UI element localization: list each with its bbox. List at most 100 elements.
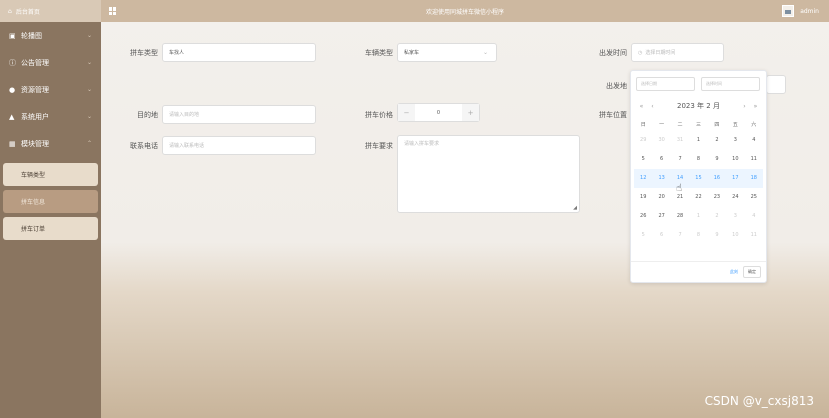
calendar-day[interactable]: 7 — [671, 150, 689, 169]
vehicle-type-label: 车辆类型 — [365, 49, 393, 57]
calendar-day[interactable]: 2 — [708, 207, 726, 226]
calendar-day[interactable]: 3 — [726, 131, 744, 150]
calendar-day[interactable]: 10 — [726, 226, 744, 245]
sidebar-item-label: 公告管理 — [21, 58, 49, 67]
mouse-pointer-icon: ☝ — [676, 183, 683, 194]
submenu-item-0[interactable]: 车辆类型 — [3, 163, 98, 186]
carpool-type-input[interactable]: 车找人 — [162, 43, 316, 62]
user-menu[interactable]: admin — [782, 5, 819, 17]
sidebar: ⌂ 后台首页 ▣ 轮播图 ⌄ ⓘ 公告管理 ⌄ ● 资源管理 ⌄ ▲ 系统用户 ⌄ ▦ 模块管理 ⌃ 车辆类… — [0, 0, 101, 418]
depart-time-input[interactable]: ◷ 选择日期时间 — [631, 43, 724, 62]
resize-handle-icon[interactable]: ◢ — [573, 205, 577, 211]
weekday-label: 一 — [659, 122, 665, 128]
chevron-icon: ⌃ — [87, 140, 93, 147]
calendar-day[interactable]: 6 — [652, 150, 670, 169]
picker-time-input[interactable]: 选择时间 — [701, 77, 760, 91]
calendar-day[interactable]: 24 — [726, 188, 744, 207]
calendar-day[interactable]: 17 — [726, 169, 745, 188]
picker-date-input[interactable]: 选择日期 — [636, 77, 695, 91]
calendar-day[interactable]: 16 — [707, 169, 727, 188]
calendar-day[interactable]: 31 — [671, 131, 689, 150]
weekday-label: 三 — [695, 122, 701, 128]
calendar-day[interactable]: 9 — [708, 226, 726, 245]
calendar-day[interactable]: 19 — [634, 188, 652, 207]
sidebar-submenu: 车辆类型拼车信息拼车订单 — [0, 157, 101, 242]
calendar-day[interactable]: 1 — [689, 207, 707, 226]
calendar-day[interactable]: 2 — [708, 131, 726, 150]
calendar-day[interactable]: 6 — [652, 226, 670, 245]
calendar-day[interactable]: 4 — [745, 131, 763, 150]
calendar-grid: 29 30 31 1 2 3 4 5 6 7 8 9 10 11 12 13 14 15 16 17 18 19 20 21 2… — [631, 131, 766, 245]
vehicle-type-select[interactable]: 私家车 ⌄ — [397, 43, 497, 62]
calendar-day[interactable]: 10 — [726, 150, 744, 169]
top-bar: 欢迎使用同城拼车微信小程序 admin — [101, 0, 829, 22]
depart-place-input[interactable] — [766, 75, 786, 94]
prev-year-icon[interactable]: « — [636, 103, 647, 110]
calendar-day[interactable]: 8 — [689, 150, 707, 169]
calendar-day[interactable]: 23 — [708, 188, 726, 207]
calendar-day[interactable]: 26 — [634, 207, 652, 226]
sidebar-item-4[interactable]: ▦ 模块管理 ⌃ — [0, 130, 101, 157]
price-stepper[interactable]: − 0 + — [397, 103, 480, 122]
sidebar-item-label: 模块管理 — [21, 139, 49, 148]
calendar-day[interactable]: 4 — [745, 207, 763, 226]
sidebar-item-2[interactable]: ● 资源管理 ⌄ — [0, 76, 101, 103]
weekday-label: 四 — [714, 122, 720, 128]
prev-month-icon[interactable]: ‹ — [647, 103, 658, 110]
calendar-day[interactable]: 12 — [634, 169, 653, 188]
phone-input[interactable]: 请输入联系电话 — [162, 136, 316, 155]
weekday-label: 五 — [732, 122, 738, 128]
weekday-header: 日一二三四五六 — [631, 119, 766, 131]
calendar-day[interactable]: 20 — [652, 188, 670, 207]
location-icon: ● — [9, 85, 16, 94]
sidebar-item-label: 资源管理 — [21, 85, 49, 94]
sidebar-home[interactable]: ⌂ 后台首页 — [0, 0, 101, 22]
year-month-label[interactable]: 2023 年 2 月 — [658, 101, 739, 111]
calendar-day[interactable]: 8 — [689, 226, 707, 245]
now-button[interactable]: 此刻 — [730, 269, 738, 275]
calendar-day[interactable]: 22 — [689, 188, 707, 207]
chevron-down-icon: ⌄ — [482, 49, 488, 56]
calendar-day[interactable]: 5 — [634, 150, 652, 169]
sidebar-item-3[interactable]: ▲ 系统用户 ⌄ — [0, 103, 101, 130]
price-value[interactable]: 0 — [415, 110, 462, 116]
calendar-day[interactable]: 28 — [671, 207, 689, 226]
datetime-picker-popup: 选择日期 选择时间 « ‹ 2023 年 2 月 › » 日一二三四五六 29 3… — [630, 70, 767, 283]
depart-time-label: 出发时间 — [599, 49, 627, 57]
sidebar-item-1[interactable]: ⓘ 公告管理 ⌄ — [0, 49, 101, 76]
calendar-day[interactable]: 11 — [745, 150, 763, 169]
clock-icon: ◷ — [638, 49, 643, 56]
calendar-day[interactable]: 18 — [744, 169, 763, 188]
user-icon: ▲ — [9, 112, 15, 121]
watermark: CSDN @v_cxsj813 — [704, 394, 814, 408]
destination-label: 目的地 — [137, 111, 158, 119]
requirements-textarea[interactable]: 请输入拼车要求 ◢ — [397, 135, 580, 213]
calendar-day[interactable]: 13 — [652, 169, 671, 188]
calendar-day[interactable]: 3 — [726, 207, 744, 226]
decrement-button[interactable]: − — [398, 104, 415, 121]
destination-input[interactable]: 请输入目的地 — [162, 105, 316, 124]
submenu-item-2[interactable]: 拼车订单 — [3, 217, 98, 240]
confirm-button[interactable]: 确定 — [743, 266, 761, 278]
calendar-day[interactable]: 30 — [652, 131, 670, 150]
requirements-label: 拼车要求 — [365, 142, 393, 150]
submenu-item-1[interactable]: 拼车信息 — [3, 190, 98, 213]
calendar-day[interactable]: 9 — [708, 150, 726, 169]
price-label: 拼车价格 — [365, 111, 393, 119]
username: admin — [800, 7, 819, 15]
calendar-day[interactable]: 7 — [671, 226, 689, 245]
increment-button[interactable]: + — [462, 104, 479, 121]
calendar-day[interactable]: 11 — [745, 226, 763, 245]
weekday-label: 日 — [640, 122, 646, 128]
grid-icon: ▦ — [9, 139, 16, 148]
calendar-day[interactable]: 15 — [689, 169, 708, 188]
calendar-day[interactable]: 5 — [634, 226, 652, 245]
calendar-day[interactable]: 29 — [634, 131, 652, 150]
next-month-icon[interactable]: › — [739, 103, 750, 110]
calendar-day[interactable]: 25 — [745, 188, 763, 207]
calendar-day[interactable]: 27 — [652, 207, 670, 226]
depart-place-label: 出发地 — [606, 82, 627, 90]
sidebar-item-0[interactable]: ▣ 轮播图 ⌄ — [0, 22, 101, 49]
next-year-icon[interactable]: » — [750, 103, 761, 110]
calendar-day[interactable]: 1 — [689, 131, 707, 150]
